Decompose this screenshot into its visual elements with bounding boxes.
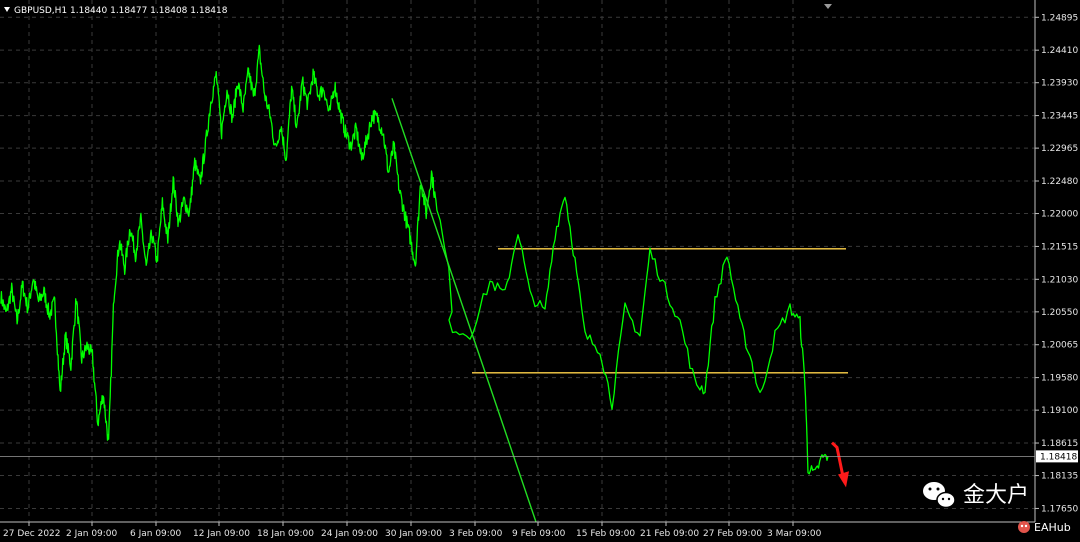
y-tick-label: 1.24410 [1041,46,1078,56]
x-tick-label: 3 Feb 09:00 [449,529,503,539]
current-price-label: 1.18418 [1040,452,1077,462]
x-tick-label: 9 Feb 09:00 [512,529,566,539]
y-tick-label: 1.20065 [1041,341,1078,351]
y-tick-label: 1.21030 [1041,275,1078,285]
y-tick-label: 1.19100 [1041,406,1078,416]
y-tick-label: 1.18615 [1041,439,1078,449]
y-tick-label: 1.19580 [1041,374,1078,384]
x-tick-label: 24 Jan 09:00 [321,529,378,539]
chart-background [0,0,1080,542]
x-tick-label: 27 Feb 09:00 [703,529,762,539]
eahub-logo-icon [1018,521,1030,533]
x-tick-label: 27 Dec 2022 [3,529,61,539]
price-chart[interactable]: 1.24895 1.24410 1.23930 1.23445 1.22965 1.224… [0,0,1080,542]
y-tick-label: 1.24895 [1041,13,1078,23]
x-tick-label: 18 Jan 09:00 [257,529,314,539]
symbol-info: GBPUSD,H1 1.18440 1.18477 1.18408 1.1841… [14,6,228,16]
x-tick-label: 12 Jan 09:00 [193,529,250,539]
x-tick-label: 3 Mar 09:00 [767,529,822,539]
y-tick-label: 1.22965 [1041,144,1078,154]
x-tick-label: 30 Jan 09:00 [385,529,442,539]
y-tick-label: 1.21515 [1041,242,1078,252]
brand-text: 金大户 [963,483,1029,508]
x-tick-label: 2 Jan 09:00 [66,529,118,539]
y-tick-label: 1.18135 [1041,472,1078,482]
x-tick-label: 15 Feb 09:00 [576,529,635,539]
y-tick-label: 1.20550 [1041,308,1078,318]
y-tick-label: 1.17650 [1041,504,1078,514]
x-tick-label: 21 Feb 09:00 [640,529,699,539]
y-tick-label: 1.23930 [1041,79,1078,89]
y-tick-label: 1.22480 [1041,177,1078,187]
x-tick-label: 6 Jan 09:00 [130,529,182,539]
y-tick-label: 1.22000 [1041,210,1078,220]
site-text: EAHub [1034,521,1071,534]
y-tick-label: 1.23445 [1041,112,1078,122]
